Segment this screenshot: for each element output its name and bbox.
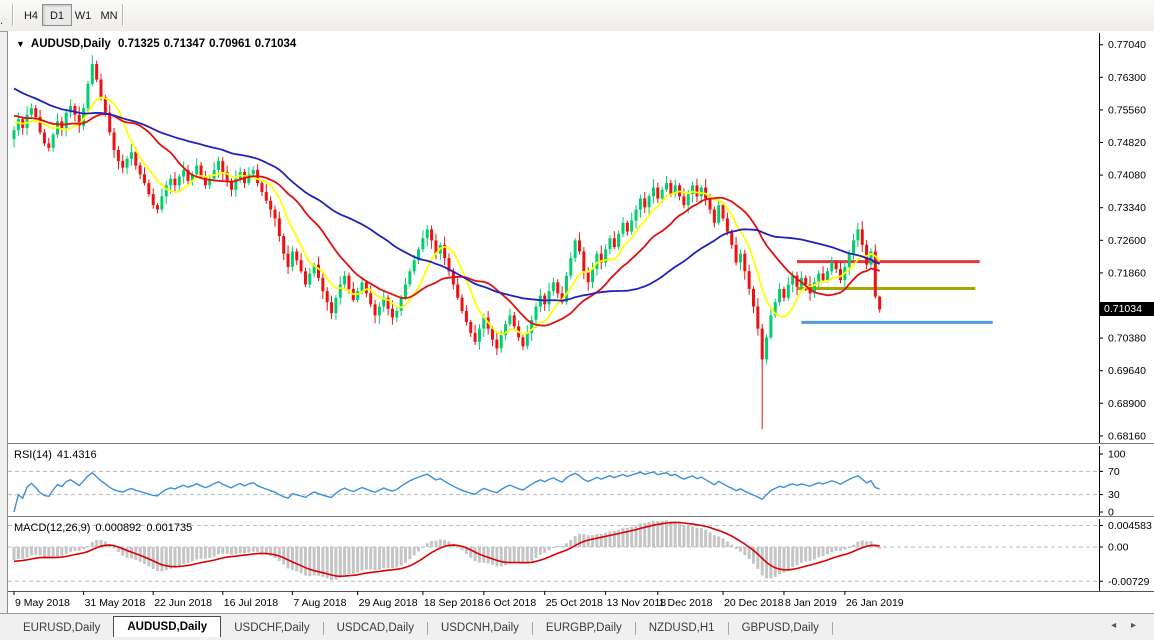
tab-usdcnh-daily[interactable]: USDCNH,Daily (428, 620, 532, 637)
chart-window: 0.77040 0.76300 0.75560 0.74820 0.74080 0.733… (7, 31, 1154, 613)
scroll-left-icon[interactable]: ◂ (1111, 620, 1116, 631)
date-label: 25 Oct 2018 (546, 597, 603, 609)
date-label: 31 May 2018 (85, 597, 146, 609)
svg-text:0.75560: 0.75560 (1108, 104, 1146, 116)
rsi-panel: 100 70 30 0 RSI(14)41.4316 (8, 446, 1154, 516)
chevron-down-icon[interactable]: ▼ (16, 39, 25, 49)
ohlc-low: 0.70961 (209, 38, 251, 50)
date-label: 8 Jan 2019 (785, 597, 837, 609)
chart-tab-bar: EURUSD,DailyAUDUSD,DailyUSDCHF,DailyUSDC… (0, 613, 1154, 640)
date-axis[interactable]: 9 May 2018 31 May 2018 22 Jun 2018 16 Jul 2… (8, 591, 1154, 611)
tab-eurgbp-daily[interactable]: EURGBP,Daily (533, 620, 635, 637)
macd-panel: 0.0045830.00-0.00729 MACD(12,26,9)0.0008… (8, 519, 1154, 591)
mt4-window: . H4D1W1MN 0.770400.763000.755600.748200… (0, 0, 1154, 640)
date-label: 13 Nov 2018 (607, 597, 667, 609)
tab-gbpusd-daily[interactable]: GBPUSD,Daily (729, 620, 832, 637)
date-label: 22 Jun 2018 (154, 597, 212, 609)
ma-line-45 (14, 88, 880, 300)
tab-separator (832, 622, 833, 635)
svg-text:0.69640: 0.69640 (1108, 365, 1146, 377)
toolbar-separator (122, 4, 124, 26)
date-label: 26 Jan 2019 (846, 597, 904, 609)
partial-toolbar-button[interactable]: . (0, 4, 9, 26)
svg-text:0.74820: 0.74820 (1108, 137, 1146, 149)
rsi-line (14, 472, 880, 512)
macd-signal-value: 0.001735 (146, 522, 192, 534)
ohlc-close: 0.71034 (255, 38, 297, 50)
tab-nzdusd-h1[interactable]: NZDUSD,H1 (636, 620, 728, 637)
svg-text:0.73340: 0.73340 (1108, 202, 1146, 214)
svg-text:100: 100 (1108, 449, 1126, 461)
main-chart-canvas[interactable]: 0.77040 0.76300 0.75560 0.74820 0.74080 0.733… (8, 33, 1154, 443)
svg-text:0.004583: 0.004583 (1108, 520, 1152, 532)
ma-line-20 (14, 114, 880, 326)
tab-audusd-daily[interactable]: AUDUSD,Daily (113, 616, 221, 637)
rsi-canvas[interactable]: 100 70 30 0 (8, 446, 1154, 516)
svg-text:30: 30 (1108, 489, 1120, 501)
svg-text:0.71860: 0.71860 (1108, 267, 1146, 279)
macd-main-value: 0.000892 (95, 522, 141, 534)
date-label: 18 Sep 2018 (424, 597, 484, 609)
toolbar-separator (12, 4, 14, 26)
candles (13, 55, 882, 429)
date-label: 1 Dec 2018 (659, 597, 713, 609)
svg-text:0: 0 (1108, 507, 1114, 517)
date-label: 16 Jul 2018 (224, 597, 278, 609)
current-price-tag: 0.71034 (1100, 302, 1154, 316)
svg-text:-0.00729: -0.00729 (1108, 576, 1150, 588)
tab-eurusd-daily[interactable]: EURUSD,Daily (10, 620, 113, 637)
tab-usdchf-daily[interactable]: USDCHF,Daily (221, 620, 322, 637)
date-label: 29 Aug 2018 (359, 597, 418, 609)
date-label: 9 May 2018 (15, 597, 70, 609)
toolbar-button-mn[interactable]: MN (94, 4, 124, 26)
date-label: 20 Dec 2018 (724, 597, 784, 609)
rsi-label: RSI(14)41.4316 (14, 449, 102, 461)
svg-text:70: 70 (1108, 466, 1120, 478)
ohlc-high: 0.71347 (164, 38, 206, 50)
scroll-right-icon[interactable]: ▸ (1131, 620, 1136, 631)
macd-label: MACD(12,26,9)0.0008920.001735 (14, 522, 197, 534)
ohlc-open: 0.71325 (118, 38, 160, 50)
main-chart-panel: 0.77040 0.76300 0.75560 0.74820 0.74080 0.733… (8, 33, 1154, 443)
svg-text:0.00: 0.00 (1108, 542, 1129, 554)
svg-text:0.72600: 0.72600 (1108, 235, 1146, 247)
timeframe-toolbar: . H4D1W1MN (0, 0, 1154, 32)
svg-text:0.70380: 0.70380 (1108, 333, 1146, 345)
date-label: 7 Aug 2018 (293, 597, 346, 609)
ma-line-8 (14, 97, 880, 334)
tab-usdcad-daily[interactable]: USDCAD,Daily (324, 620, 427, 637)
date-label: 6 Oct 2018 (485, 597, 537, 609)
svg-text:0.74080: 0.74080 (1108, 170, 1146, 182)
svg-text:0.76300: 0.76300 (1108, 72, 1146, 84)
svg-text:0.77040: 0.77040 (1108, 39, 1146, 51)
svg-text:0.68160: 0.68160 (1108, 430, 1146, 442)
rsi-value: 41.4316 (57, 449, 97, 461)
symbol-label: AUDUSD,Daily (31, 38, 111, 50)
svg-text:0.68900: 0.68900 (1108, 398, 1146, 410)
chart-title: ▼ AUDUSD,Daily 0.71325 0.713470.70961 0.710… (16, 38, 300, 50)
